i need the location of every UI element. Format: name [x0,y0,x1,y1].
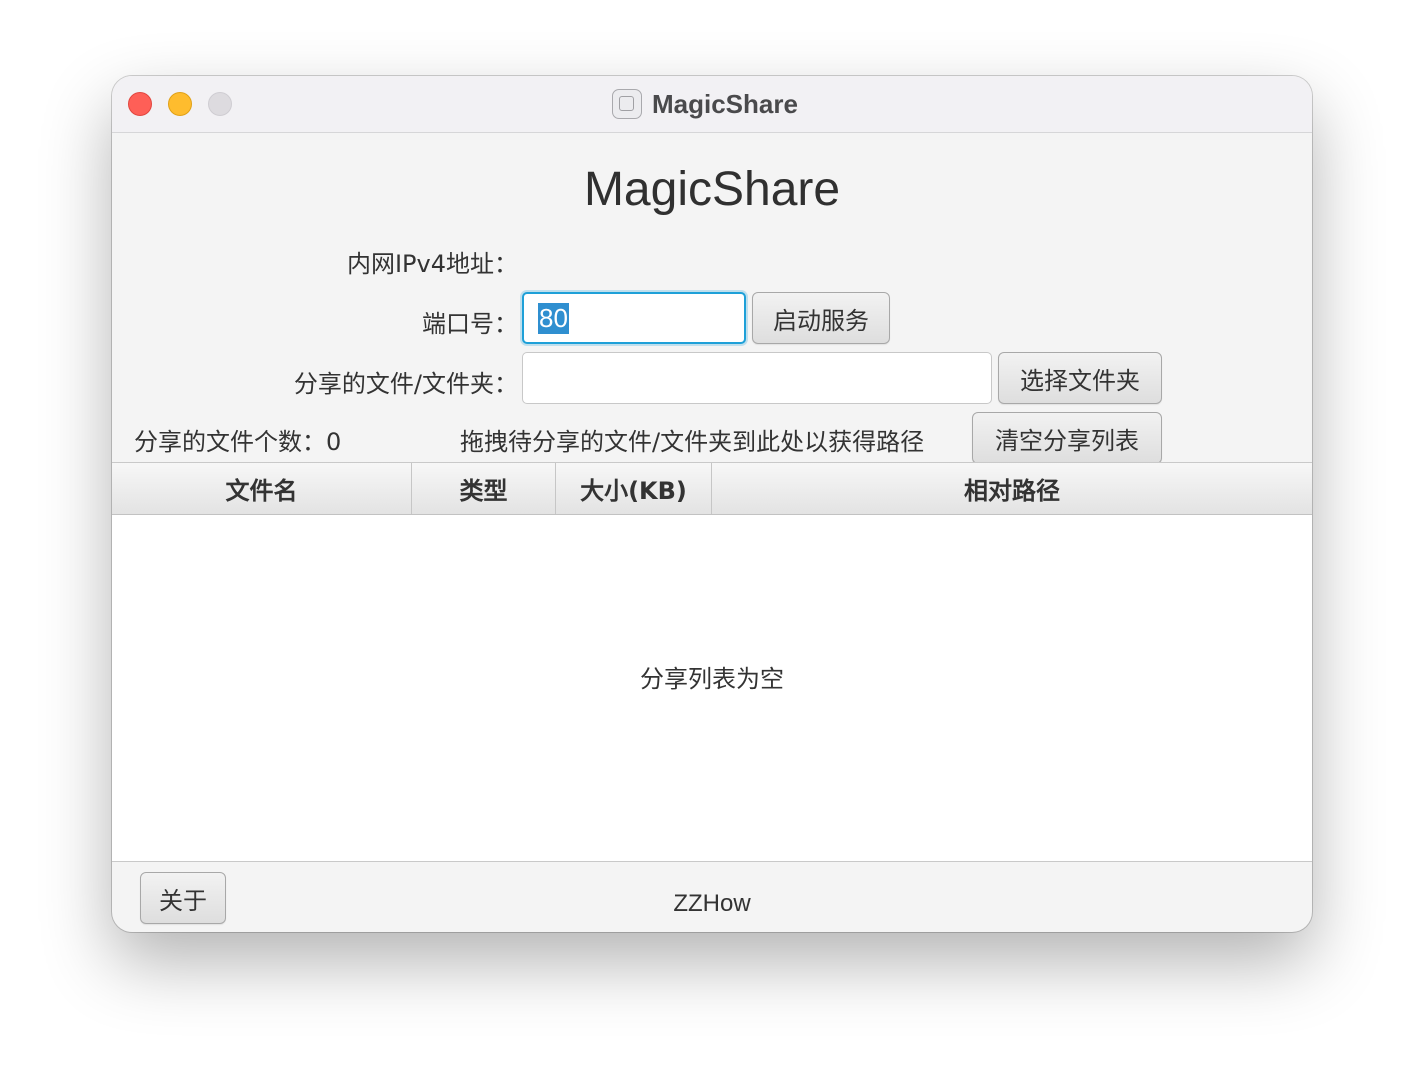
close-icon[interactable] [128,92,152,116]
share-path-input[interactable] [522,352,992,404]
start-service-button[interactable]: 启动服务 [752,292,890,344]
app-window: MagicShare MagicShare 内网IPv4地址： 端口号： 80 … [112,76,1312,932]
clear-share-list-button[interactable]: 清空分享列表 [972,412,1162,464]
author-credit: ZZHow [673,890,751,917]
column-header-type[interactable]: 类型 [412,463,556,514]
zoom-icon [208,92,232,116]
port-label: 端口号： [422,310,518,338]
window-title-group: MagicShare [612,86,798,122]
window-title: MagicShare [652,88,798,119]
port-input-selected-text: 80 [538,302,569,334]
app-icon [612,89,642,119]
app-heading: MagicShare [583,163,841,216]
ip-label: 内网IPv4地址： [346,250,518,278]
title-bar[interactable]: MagicShare [112,76,1312,133]
table-header: 文件名 类型 大小(KB) 相对路径 [112,463,1312,515]
column-header-filename[interactable]: 文件名 [112,463,412,514]
port-input[interactable]: 80 [522,292,746,344]
choose-folder-button[interactable]: 选择文件夹 [998,352,1162,404]
drag-hint-label: 拖拽待分享的文件/文件夹到此处以获得路径 [460,428,925,456]
column-header-relative-path[interactable]: 相对路径 [712,463,1312,514]
minimize-icon[interactable] [168,92,192,116]
shared-files-table[interactable]: 文件名 类型 大小(KB) 相对路径 分享列表为空 [112,462,1312,862]
empty-list-placeholder: 分享列表为空 [640,665,784,693]
file-count-label: 分享的文件个数：0 [134,428,342,456]
share-path-label: 分享的文件/文件夹： [293,370,518,398]
column-header-size[interactable]: 大小(KB) [556,463,712,514]
